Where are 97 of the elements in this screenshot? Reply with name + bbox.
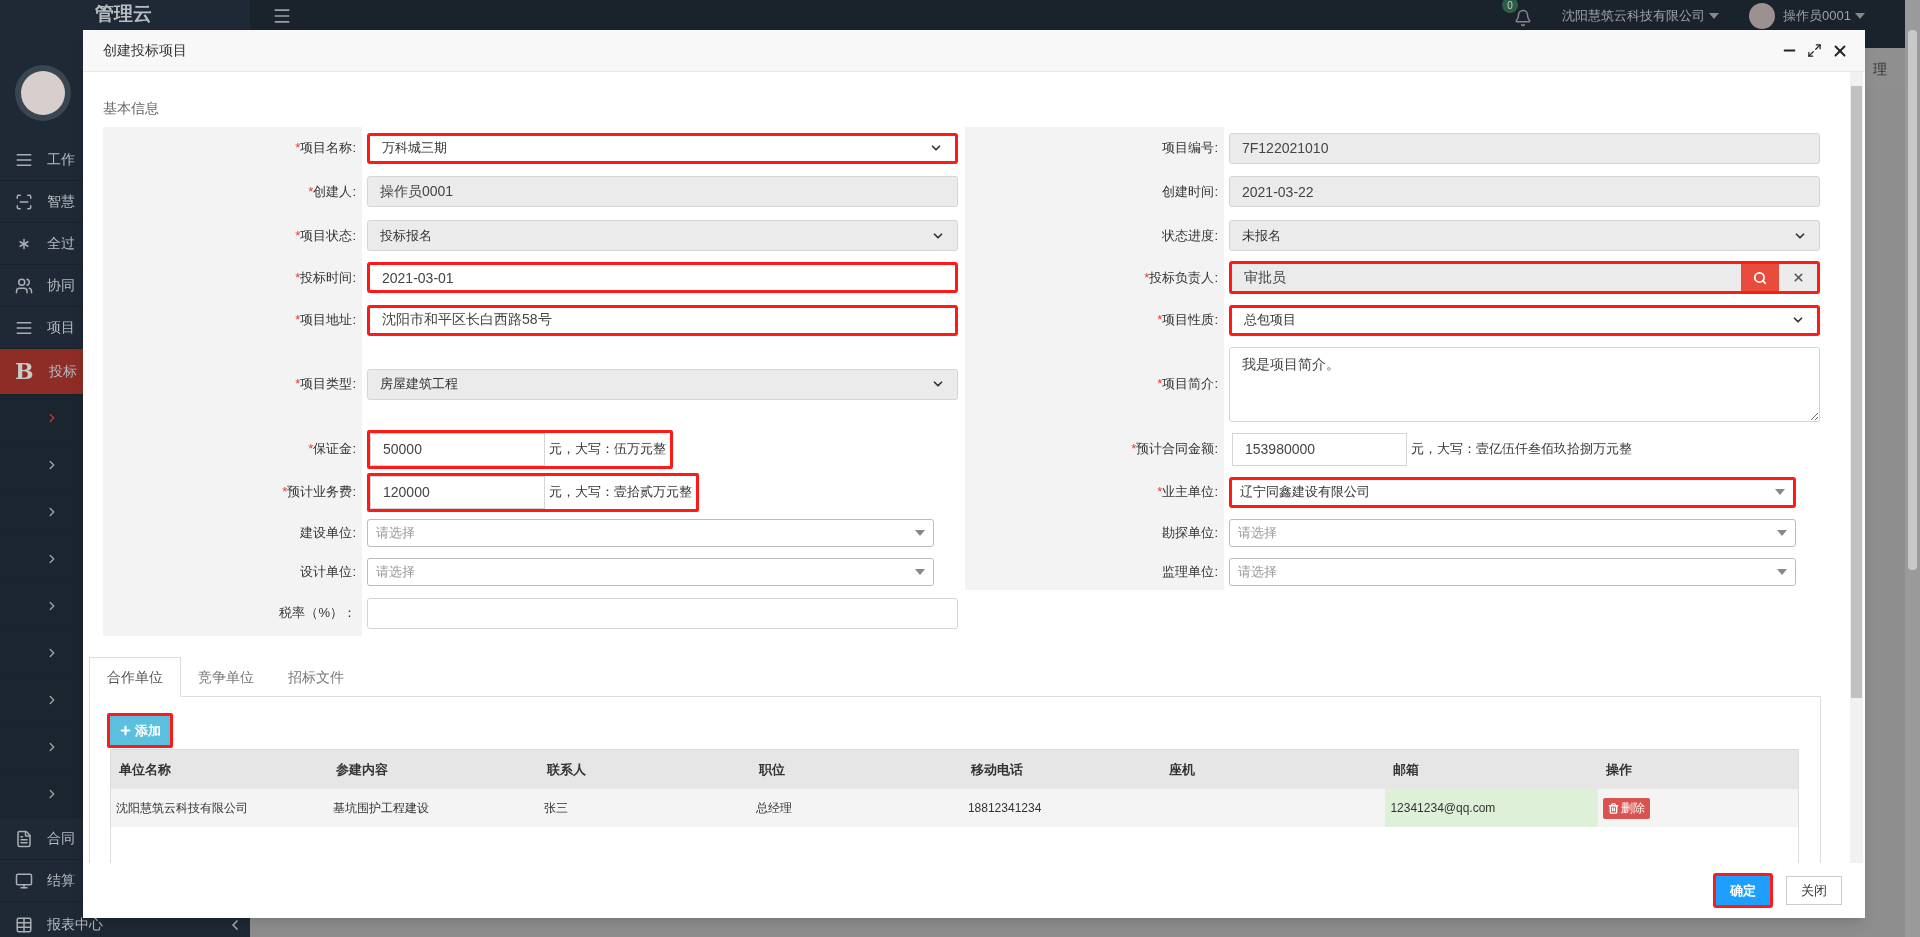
close-icon bbox=[1791, 271, 1805, 284]
sidebar-label: 投标 bbox=[49, 362, 77, 381]
sidebar-label: 报表中心 bbox=[47, 915, 103, 934]
lookup-field[interactable]: 审批员 bbox=[1229, 261, 1820, 294]
sidebar-label: 结算 bbox=[47, 871, 75, 890]
field-label: *创建人: bbox=[308, 182, 356, 201]
input-field[interactable]: 7F122021010 bbox=[1229, 132, 1820, 164]
column-header: 操作 bbox=[1597, 750, 1798, 789]
select-field[interactable]: 总包项目 bbox=[1229, 304, 1820, 336]
column-header: 移动电话 bbox=[962, 750, 1161, 789]
field-label: *投标时间: bbox=[295, 268, 356, 287]
field-label: 税率（%）： bbox=[279, 604, 356, 623]
field-label: *项目地址: bbox=[295, 311, 356, 330]
dropdown-arrow-icon bbox=[915, 529, 926, 536]
column-header: 座机 bbox=[1160, 750, 1386, 789]
frame-icon bbox=[15, 192, 33, 211]
textarea-field[interactable]: 我是项目简介。 bbox=[1229, 346, 1820, 422]
amount-field[interactable]: 153980000 bbox=[1232, 432, 1407, 466]
section-title: 基本信息 bbox=[103, 99, 160, 118]
field-label: *预计业务费: bbox=[282, 483, 356, 502]
sidebar-label: 智慧 bbox=[47, 192, 75, 211]
search-icon bbox=[1753, 270, 1767, 285]
avatar bbox=[15, 65, 71, 121]
combo-field[interactable]: 辽宁同鑫建设有限公司 bbox=[1229, 476, 1797, 508]
tab[interactable]: 竞争单位 bbox=[181, 657, 271, 697]
field-label: *项目状态: bbox=[295, 226, 356, 245]
field-label: 监理单位: bbox=[1162, 562, 1218, 581]
table-cell: 基坑围护工程建设 bbox=[327, 789, 540, 827]
tab[interactable]: 招标文件 bbox=[271, 657, 361, 697]
field-label: *预计合同金额: bbox=[1131, 440, 1218, 459]
sidebar-label: 全过 bbox=[47, 234, 75, 253]
field-label: *项目名称: bbox=[295, 139, 356, 158]
table-cell: 总经理 bbox=[751, 789, 963, 827]
menu-icon[interactable] bbox=[272, 6, 292, 26]
input-field[interactable]: 沈阳市和平区长白西路58号 bbox=[367, 304, 958, 336]
caret-icon bbox=[1709, 13, 1720, 19]
document-icon bbox=[15, 829, 33, 848]
page-tab[interactable]: 理 bbox=[1873, 58, 1905, 80]
users-icon bbox=[15, 276, 33, 295]
app-logo: 管理云 bbox=[95, 3, 152, 24]
amount-in-words: 元，大写：伍万元整 bbox=[548, 440, 666, 459]
field-label: 创建时间: bbox=[1162, 182, 1218, 201]
field-label: *投标负责人: bbox=[1144, 268, 1218, 287]
sidebar-label: 工作 bbox=[47, 150, 75, 169]
field-label: *业主单位: bbox=[1157, 483, 1218, 502]
field-label: *项目性质: bbox=[1157, 311, 1218, 330]
dropdown-arrow-icon bbox=[1777, 529, 1788, 536]
field-label: 项目编号: bbox=[1162, 139, 1218, 158]
plus-icon bbox=[119, 724, 132, 737]
table-cell: 沈阳慧筑云科技有限公司 bbox=[111, 789, 328, 827]
tab[interactable]: 合作单位 bbox=[89, 657, 181, 697]
field-label: *项目类型: bbox=[295, 375, 356, 394]
field-label: 建设单位: bbox=[300, 523, 356, 542]
maximize-icon[interactable] bbox=[1807, 43, 1822, 58]
field-label: 勘探单位: bbox=[1162, 523, 1218, 542]
field-value: 审批员 bbox=[1243, 268, 1287, 287]
dropdown-arrow-icon bbox=[1777, 568, 1788, 575]
grid-icon bbox=[15, 915, 33, 934]
notification-badge: 0 bbox=[1502, 0, 1519, 13]
table-cell: 12341234@qq.com bbox=[1385, 789, 1598, 827]
bell-icon[interactable] bbox=[1514, 9, 1533, 27]
column-header: 邮箱 bbox=[1385, 750, 1598, 789]
column-header: 联系人 bbox=[539, 750, 752, 789]
letter-icon: B bbox=[15, 355, 35, 388]
amount-in-words: 元，大写：壹拾贰万元整 bbox=[548, 483, 692, 502]
table-cell: 18812341234 bbox=[962, 789, 1161, 827]
input-field[interactable]: 操作员0001 bbox=[367, 176, 958, 207]
column-header: 单位名称 bbox=[111, 750, 328, 789]
input-field[interactable]: 2021-03-01 bbox=[367, 262, 958, 293]
field-label: *保证金: bbox=[308, 440, 356, 459]
input-field[interactable]: 2021-03-22 bbox=[1229, 176, 1820, 207]
monitor-icon bbox=[15, 871, 33, 890]
dialog-title: 创建投标项目 bbox=[103, 41, 187, 60]
input-field[interactable] bbox=[367, 597, 958, 629]
dropdown-arrow-icon bbox=[915, 568, 926, 575]
sidebar-label: 合同 bbox=[47, 829, 75, 848]
caret-icon bbox=[1855, 13, 1865, 19]
company-dropdown[interactable]: 沈阳慧筑云科技有限公司 bbox=[1562, 6, 1720, 26]
sidebar-label: 协同 bbox=[47, 276, 75, 295]
amount-in-words: 元，大写：壹亿伍仟叁佰玖拾捌万元整 bbox=[1410, 440, 1632, 459]
amount-field[interactable]: 120000 bbox=[370, 475, 545, 509]
column-header: 职位 bbox=[751, 750, 963, 789]
search-button[interactable] bbox=[1741, 264, 1779, 291]
table-cell: 张三 bbox=[539, 789, 752, 827]
amount-field[interactable]: 50000 bbox=[370, 432, 545, 466]
user-menu[interactable]: 操作员0001 bbox=[1783, 6, 1865, 26]
trash-icon bbox=[1607, 802, 1619, 814]
delete-button[interactable]: 删除 bbox=[1602, 797, 1650, 819]
dropdown-arrow-icon bbox=[1775, 489, 1786, 495]
field-label: 状态进度: bbox=[1162, 226, 1218, 245]
user-avatar bbox=[1749, 3, 1776, 29]
dialog-button[interactable]: 关闭 bbox=[1786, 876, 1842, 905]
select-field[interactable]: 万科城三期 bbox=[367, 132, 958, 164]
field-label: 设计单位: bbox=[300, 562, 356, 581]
sidebar-label: 项目 bbox=[47, 318, 75, 337]
field-label: *项目简介: bbox=[1157, 375, 1218, 394]
column-header: 参建内容 bbox=[327, 750, 540, 789]
